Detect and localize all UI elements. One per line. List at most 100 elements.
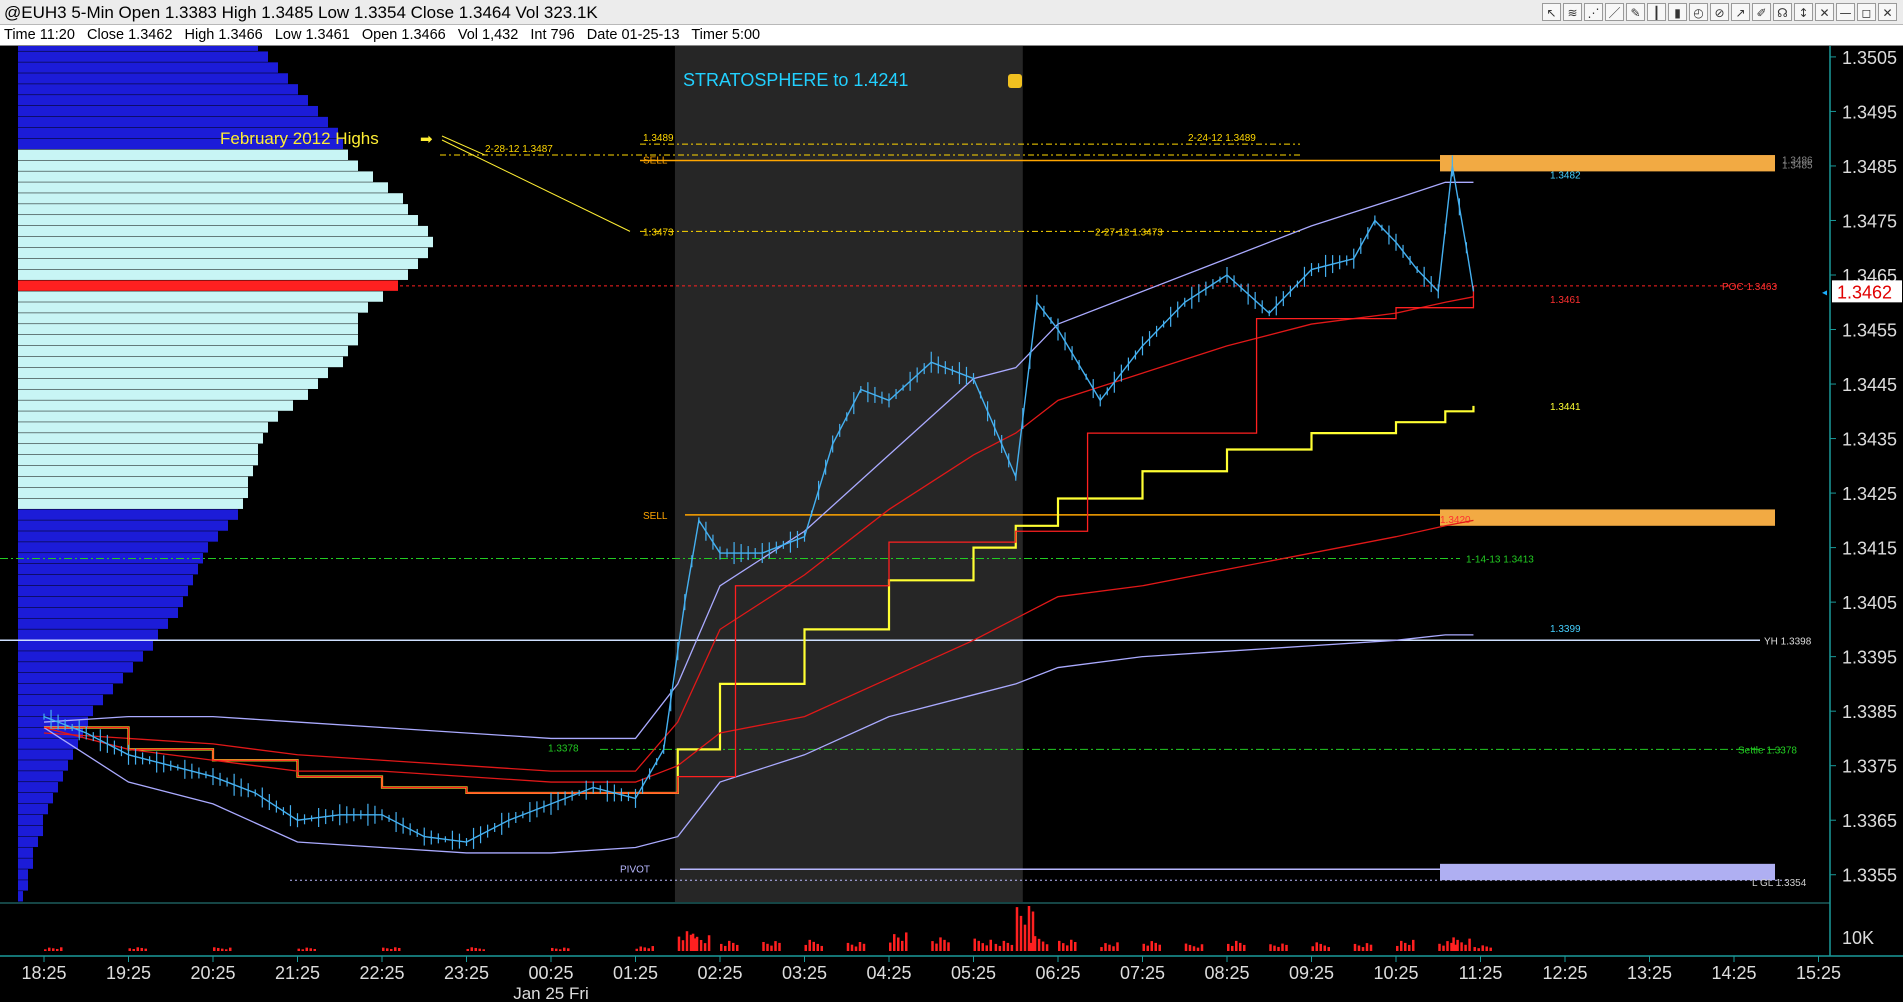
volume-bar bbox=[313, 948, 316, 951]
gann-icon[interactable]: ⋰ bbox=[1584, 3, 1603, 21]
volume-profile-bar bbox=[18, 629, 158, 640]
volume-profile-bar bbox=[18, 585, 188, 597]
close-icon[interactable]: ✕ bbox=[1878, 3, 1897, 21]
volume-bar bbox=[1104, 943, 1107, 951]
volume-bar bbox=[703, 943, 707, 951]
y-tick-label: 1.3425 bbox=[1842, 484, 1897, 504]
pencil2-icon[interactable]: ✐ bbox=[1752, 3, 1771, 21]
y-tick-label: 1.3485 bbox=[1842, 157, 1897, 177]
volume-bar bbox=[1473, 947, 1476, 951]
volume-bar bbox=[1285, 944, 1288, 951]
x-tick-label: 20:25 bbox=[190, 963, 235, 983]
volume-bar bbox=[1319, 943, 1322, 951]
volume-profile-bar bbox=[18, 771, 63, 782]
y-tick-label: 1.3505 bbox=[1842, 48, 1897, 68]
volume-bar bbox=[128, 948, 131, 951]
volume-bar bbox=[1146, 945, 1149, 951]
volume-bar bbox=[563, 947, 566, 951]
x-tick-label: 03:25 bbox=[782, 963, 827, 983]
sort-icon[interactable]: ↕ bbox=[1794, 3, 1813, 21]
level-label-2-24-12: 2-24-12 1.3489 bbox=[1188, 133, 1256, 144]
volume-bar bbox=[1438, 943, 1441, 951]
volume-profile-bar bbox=[18, 367, 328, 379]
pencil-icon[interactable]: ✎ bbox=[1626, 3, 1645, 21]
volume-bar bbox=[770, 945, 773, 951]
volume-bar bbox=[1273, 945, 1276, 951]
volume-bar bbox=[1100, 947, 1103, 951]
volume-bar bbox=[1154, 942, 1157, 951]
y-tick-label: 1.3365 bbox=[1842, 811, 1897, 831]
level-label-sell-high: 1.3485 bbox=[1782, 160, 1813, 171]
volume-bar bbox=[382, 947, 385, 951]
volume-bar bbox=[1029, 942, 1033, 951]
pivot-zone bbox=[1440, 863, 1775, 881]
volume-profile-bar bbox=[18, 454, 258, 466]
volume-profile-bar bbox=[18, 258, 418, 270]
volume-bar bbox=[943, 939, 946, 951]
volume-bar bbox=[808, 939, 811, 951]
x-tick-label: 11:25 bbox=[1459, 963, 1503, 983]
volume-bar bbox=[1243, 944, 1246, 951]
volume-bar bbox=[1142, 943, 1145, 951]
x-tick-label: 19:25 bbox=[106, 963, 151, 983]
volume-bar bbox=[1066, 945, 1069, 951]
volume-profile-bar bbox=[18, 313, 358, 324]
volume-profile-bar bbox=[18, 673, 123, 684]
y-tick-label: 1.3395 bbox=[1842, 648, 1897, 668]
volume-profile-bar bbox=[18, 73, 288, 84]
alarm-icon[interactable]: ⊘ bbox=[1710, 3, 1729, 21]
volume-bar bbox=[470, 947, 473, 951]
cursor-icon[interactable]: ↖ bbox=[1542, 3, 1561, 21]
volume-profile-bar bbox=[18, 204, 408, 215]
volume-bar bbox=[724, 945, 727, 951]
volume-profile-bar bbox=[18, 356, 343, 368]
volume-bar bbox=[1323, 945, 1326, 951]
volume-bar bbox=[1412, 939, 1415, 951]
volume-profile-bar bbox=[18, 760, 68, 771]
volume-bar bbox=[144, 948, 147, 951]
bar-icon[interactable]: ┃ bbox=[1647, 3, 1666, 21]
volume-profile-bar bbox=[18, 291, 383, 302]
volume-bar bbox=[1227, 943, 1230, 951]
volume-bar bbox=[217, 947, 220, 951]
clock-icon[interactable]: ◴ bbox=[1689, 3, 1708, 21]
volume-bar bbox=[1015, 907, 1019, 951]
volume-axis-label: 10K bbox=[1842, 928, 1874, 948]
volume-profile-bar bbox=[18, 411, 278, 422]
volume-bar bbox=[1369, 944, 1373, 951]
volume-bar bbox=[555, 948, 558, 951]
level-label-poc: POC 1.3463 bbox=[1722, 282, 1777, 293]
volume-bar bbox=[893, 934, 896, 951]
volume-profile-bar bbox=[18, 683, 113, 695]
current-price-marker: ◂ bbox=[1822, 287, 1827, 298]
volume-bar bbox=[60, 947, 63, 951]
arrow-icon[interactable]: ↗ bbox=[1731, 3, 1750, 21]
volume-bar bbox=[935, 943, 938, 951]
volume-bar bbox=[639, 946, 642, 951]
price-chart[interactable]: 1.3489 2-24-12 1.3489 2-28-12 1.3487 SELL 1.… bbox=[0, 46, 1903, 1002]
volume-bar bbox=[136, 947, 139, 951]
volume-bar bbox=[1231, 945, 1234, 951]
volume-bar bbox=[1404, 942, 1407, 951]
bar2-icon[interactable]: ▮ bbox=[1668, 3, 1687, 21]
volume-bar bbox=[52, 948, 55, 951]
x-tick-label: 23:25 bbox=[444, 963, 489, 983]
volume-bar bbox=[305, 947, 308, 951]
volume-bar bbox=[1070, 939, 1073, 951]
x-tick-label: 00:25 bbox=[528, 963, 573, 983]
volume-bar bbox=[1058, 940, 1061, 951]
y-tick-label: 1.3445 bbox=[1842, 375, 1897, 395]
volume-profile-bar bbox=[18, 236, 433, 248]
volume-profile-bar bbox=[18, 694, 103, 706]
minimize-icon[interactable]: — bbox=[1836, 3, 1855, 21]
line-icon[interactable]: ／ bbox=[1605, 3, 1624, 21]
volume-profile-bar bbox=[18, 803, 48, 815]
volume-bar bbox=[1196, 947, 1200, 951]
bell-icon[interactable]: ☊ bbox=[1773, 3, 1792, 21]
restore-icon[interactable]: ◻ bbox=[1857, 3, 1876, 21]
fan-icon[interactable]: ≋ bbox=[1563, 3, 1582, 21]
delete-icon[interactable]: ✕ bbox=[1815, 3, 1834, 21]
volume-profile-bar bbox=[18, 46, 258, 51]
volume-bar bbox=[44, 949, 47, 951]
volume-profile-bar bbox=[18, 498, 243, 509]
